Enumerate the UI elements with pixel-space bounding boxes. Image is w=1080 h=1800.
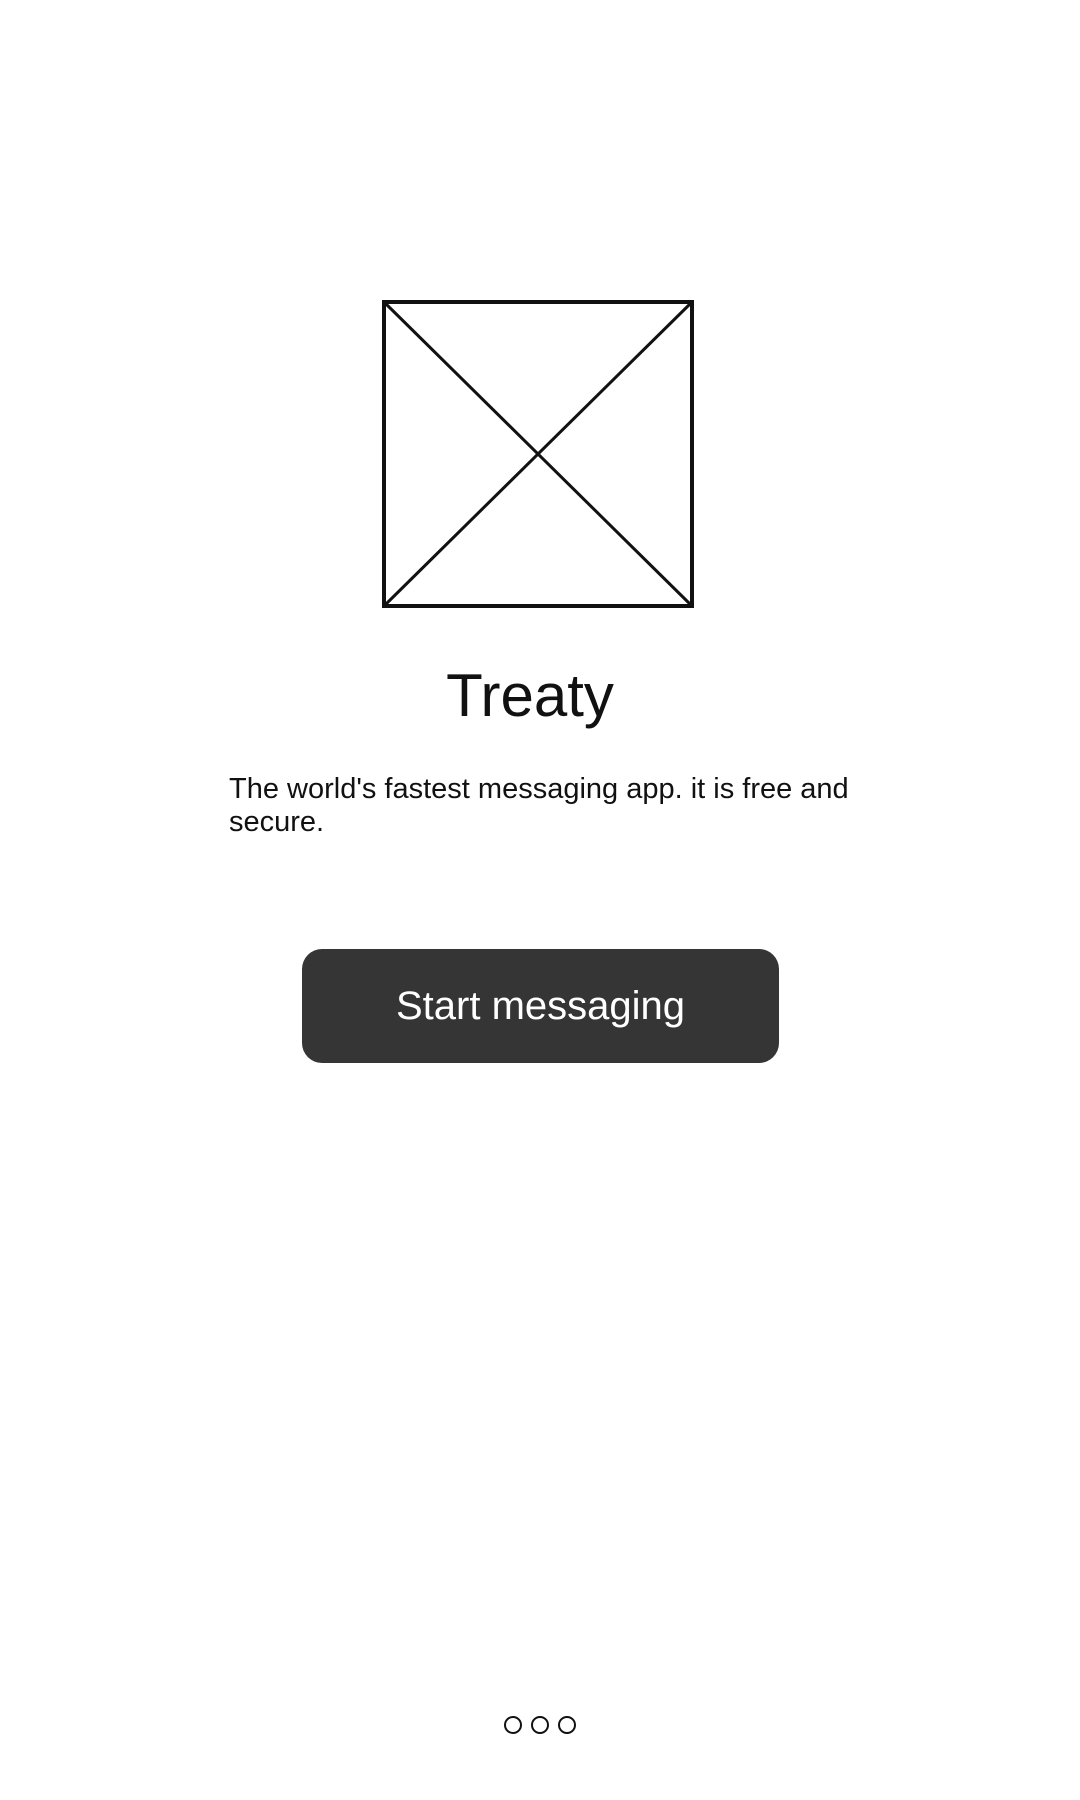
onboarding-screen: Treaty The world's fastest messaging app…	[0, 0, 1080, 1800]
page-indicator-dot[interactable]	[504, 1716, 522, 1734]
page-indicator-dot[interactable]	[558, 1716, 576, 1734]
app-title: Treaty	[446, 662, 614, 729]
start-messaging-button[interactable]: Start messaging	[302, 949, 779, 1063]
image-placeholder-icon	[382, 300, 694, 608]
page-indicator-dot[interactable]	[531, 1716, 549, 1734]
app-description: The world's fastest messaging app. it is…	[229, 773, 849, 838]
page-indicator	[0, 1716, 1080, 1736]
